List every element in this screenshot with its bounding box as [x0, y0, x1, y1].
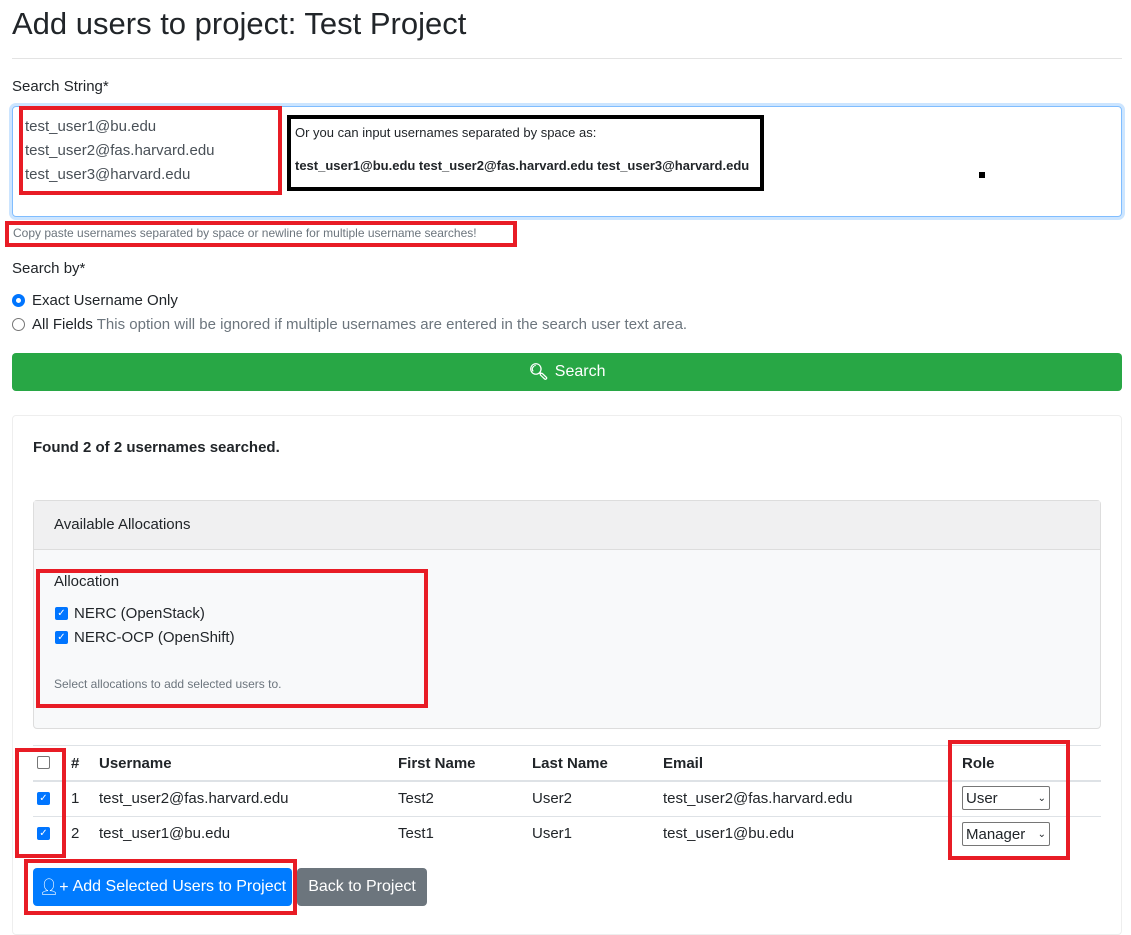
- row-username: test_user1@bu.edu: [99, 825, 231, 842]
- col-header: Email: [663, 755, 704, 772]
- cursor-dot: [979, 172, 985, 178]
- table-border: [33, 745, 1101, 746]
- back-to-project-button[interactable]: Back to Project: [297, 868, 427, 906]
- radio-all-label: All Fields: [32, 316, 93, 333]
- search-button[interactable]: 🔍︎ Search: [12, 353, 1122, 391]
- note-line: test_user1@bu.edu test_user2@fas.harvard…: [295, 158, 750, 173]
- table-border: [33, 780, 1101, 782]
- annotation-box: [19, 106, 282, 195]
- radio-all-fields[interactable]: [12, 318, 25, 331]
- radio-exact-label: Exact Username Only: [32, 292, 178, 309]
- col-header: Last Name: [532, 755, 608, 772]
- radio-all-hint: This option will be ignored if multiple …: [96, 316, 688, 333]
- col-header: First Name: [398, 755, 476, 772]
- row-number: 1: [71, 790, 80, 807]
- row-last-name: User2: [532, 790, 573, 807]
- allocations-header: Available Allocations: [34, 501, 1100, 550]
- row-email: test_user1@bu.edu: [663, 825, 795, 842]
- row-email: test_user2@fas.harvard.edu: [663, 790, 853, 807]
- radio-exact[interactable]: [12, 294, 25, 307]
- row-username: test_user2@fas.harvard.edu: [99, 790, 289, 807]
- col-header: Username: [99, 755, 172, 772]
- annotation-note: Or you can input usernames separated by …: [287, 115, 764, 191]
- search-label: Search String*: [12, 78, 109, 95]
- annotation-box: [24, 859, 297, 915]
- row-last-name: User1: [532, 825, 573, 842]
- table-border: [33, 816, 1101, 817]
- search-by-label: Search by*: [12, 260, 86, 277]
- annotation-box: [36, 569, 428, 708]
- row-number: 2: [71, 825, 80, 842]
- row-first-name: Test1: [398, 825, 434, 842]
- page-title: Add users to project: Test Project: [12, 6, 467, 41]
- search-help: Copy paste usernames separated by space …: [5, 221, 517, 247]
- search-button-label: Search: [554, 363, 606, 380]
- annotation-box: [15, 748, 66, 858]
- search-icon: 🔍︎: [528, 364, 549, 381]
- row-first-name: Test2: [398, 790, 434, 807]
- note-line: Or you can input usernames separated by …: [295, 125, 597, 140]
- found-text: Found 2 of 2 usernames searched.: [33, 439, 280, 456]
- annotation-box: [948, 740, 1070, 860]
- divider: [12, 58, 1122, 59]
- col-header: #: [71, 755, 80, 772]
